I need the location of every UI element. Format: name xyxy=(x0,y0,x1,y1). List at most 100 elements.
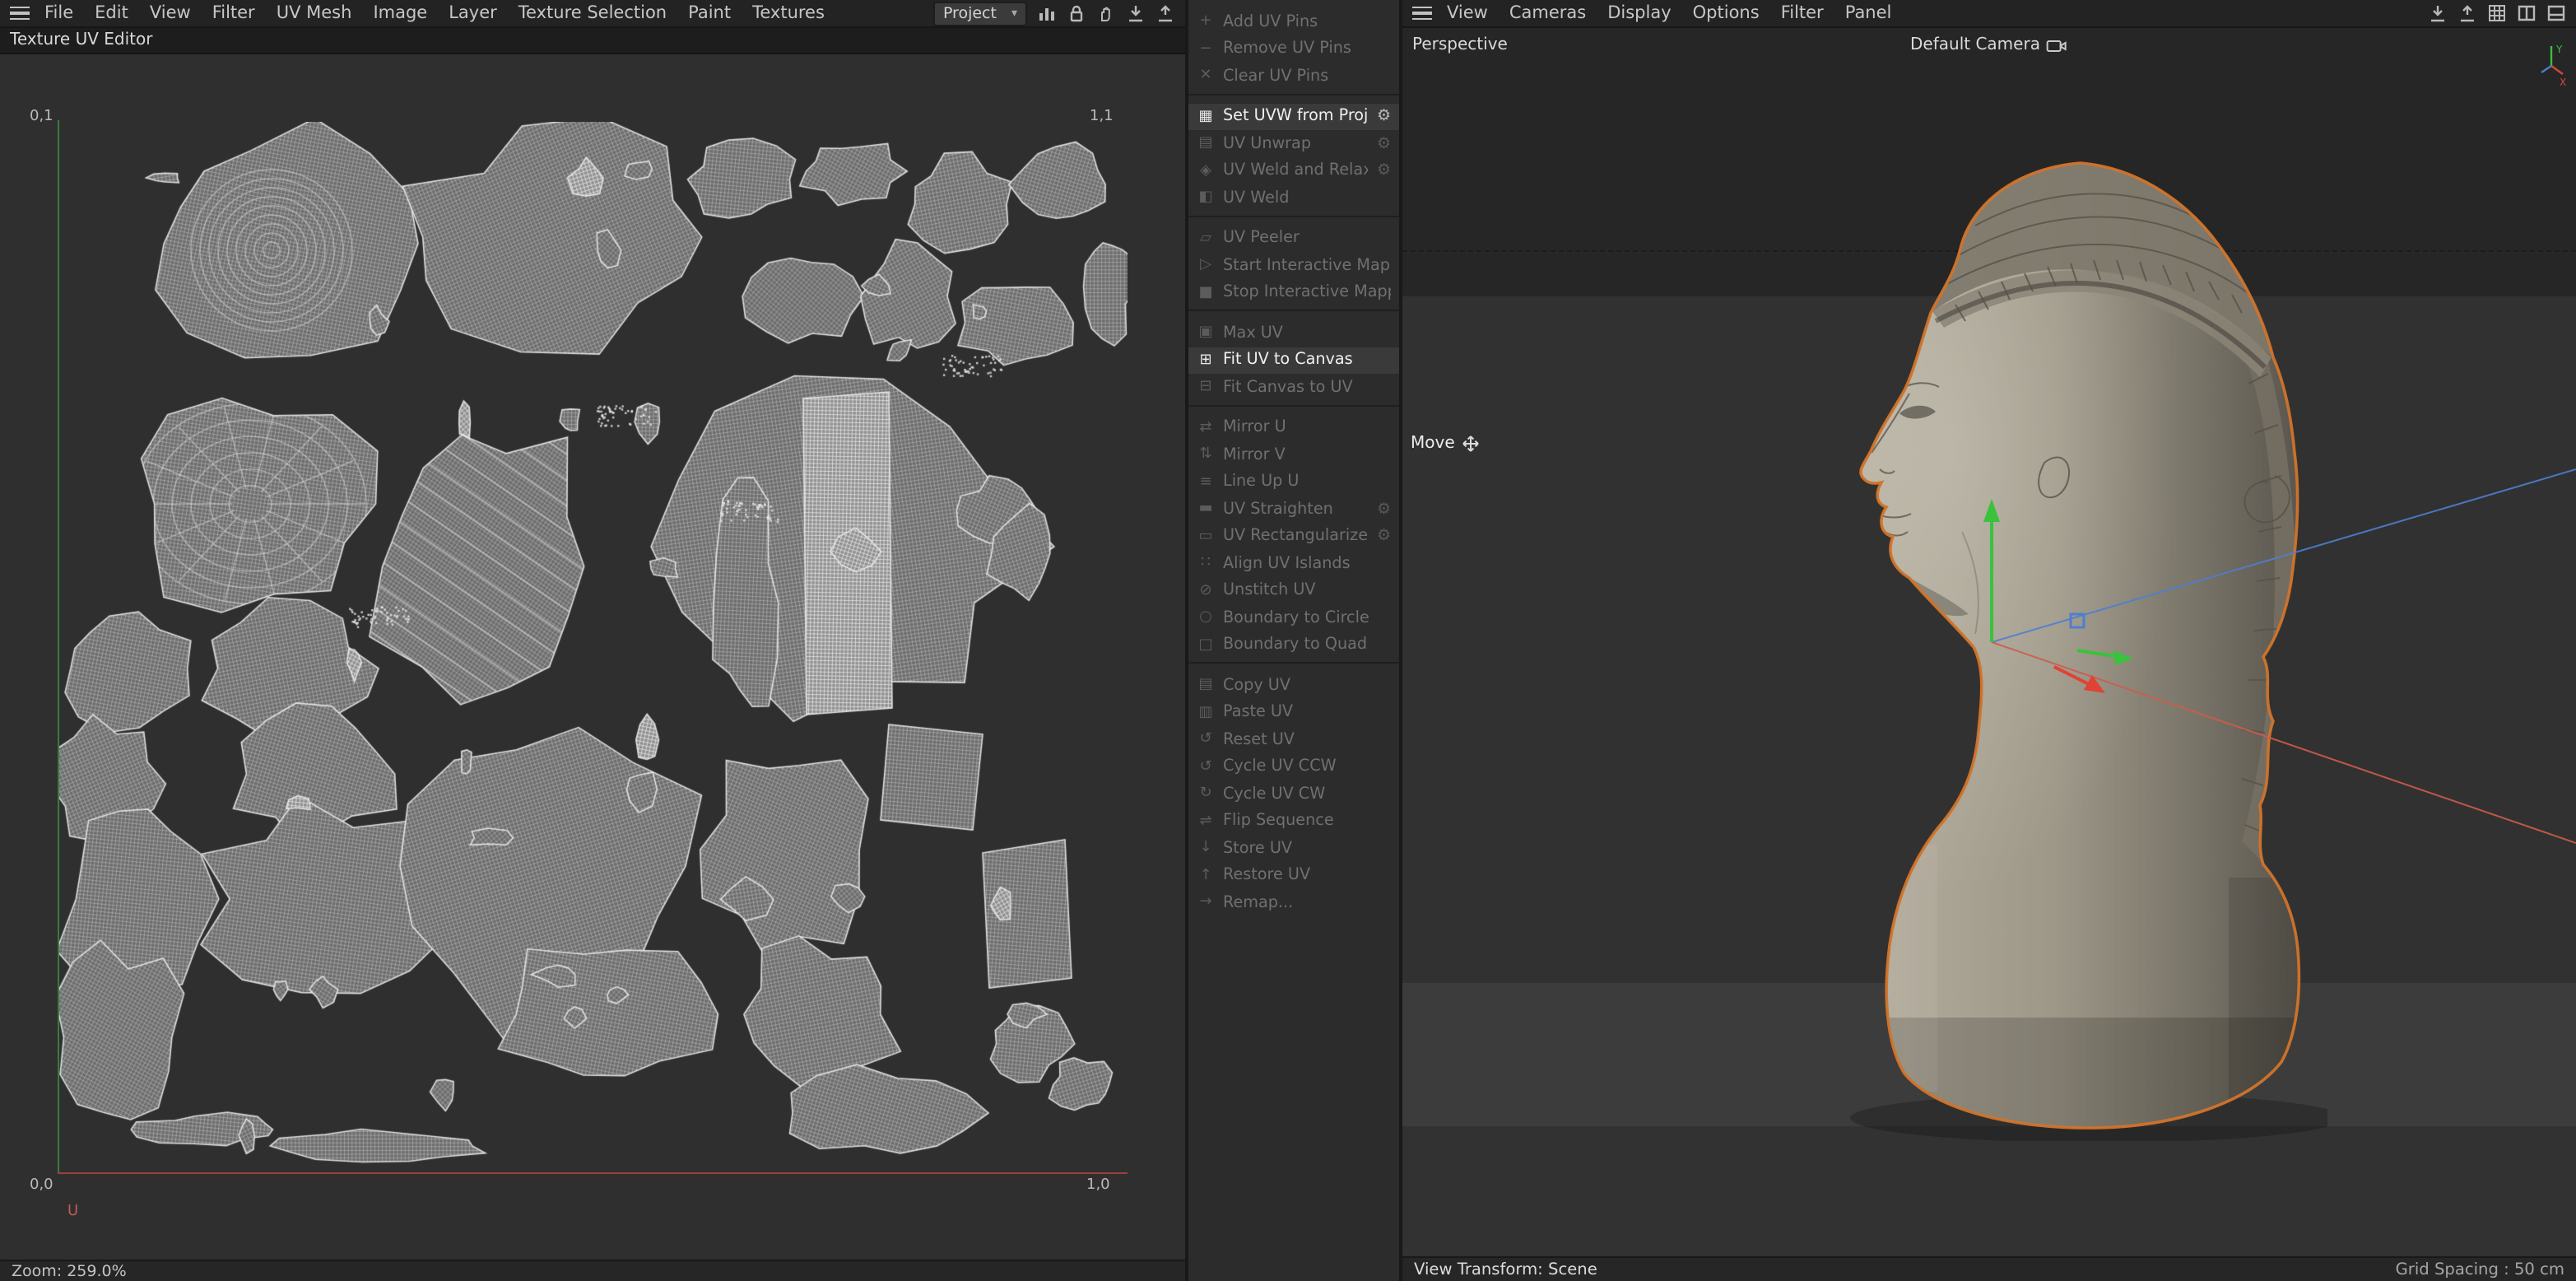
camera-label[interactable]: Default Camera xyxy=(1910,36,2068,54)
menu-panel[interactable]: Panel xyxy=(1845,3,1892,23)
panel-bottom-icon[interactable] xyxy=(2546,3,2566,23)
layout-grid-icon[interactable] xyxy=(2487,3,2507,23)
command-paste-uv[interactable]: ▥ Paste UV xyxy=(1188,699,1399,726)
command-boundary-to-circle[interactable]: ○ Boundary to Circle xyxy=(1188,604,1399,631)
command-label: Unstitch UV xyxy=(1223,581,1316,600)
left-menubar: File Edit View Filter UV Mesh Image Layer Textu… xyxy=(0,0,1185,28)
command-separator xyxy=(1188,662,1399,668)
project-dropdown[interactable]: Project ▾ xyxy=(932,1,1027,26)
command-label: Copy UV xyxy=(1223,676,1290,695)
command-mirror-v[interactable]: ⇅ Mirror V xyxy=(1188,441,1399,468)
command-max-uv[interactable]: ▣ Max UV xyxy=(1188,319,1399,347)
mirror-v-icon: ⇅ xyxy=(1199,446,1212,463)
menu-image[interactable]: Image xyxy=(373,3,427,23)
menu-filter[interactable]: Filter xyxy=(1781,3,1824,23)
add-pin-icon: + xyxy=(1199,13,1212,30)
command-align-uv-islands[interactable]: ∷ Align UV Islands xyxy=(1188,550,1399,577)
command-line-up-u[interactable]: ≡ Line Up U xyxy=(1188,468,1399,496)
lock-icon[interactable] xyxy=(1067,3,1086,23)
svg-text:X: X xyxy=(2560,77,2566,87)
command-label: Set UVW from Projection xyxy=(1223,107,1369,126)
menu-texture-selection[interactable]: Texture Selection xyxy=(518,3,667,23)
chart-icon[interactable] xyxy=(1037,3,1057,23)
command-label: Boundary to Quad xyxy=(1223,636,1368,654)
chevron-down-icon: ▾ xyxy=(1011,7,1017,20)
command-remove-uv-pins[interactable]: − Remove UV Pins xyxy=(1188,35,1399,63)
panel-title-bar: Texture UV Editor xyxy=(0,28,1185,54)
command-add-uv-pins[interactable]: + Add UV Pins xyxy=(1188,8,1399,35)
fit-canvas-icon: ⊟ xyxy=(1199,379,1212,396)
command-restore-uv[interactable]: ↑ Restore UV xyxy=(1188,862,1399,889)
menu-display[interactable]: Display xyxy=(1607,3,1671,23)
command-label: Align UV Islands xyxy=(1223,554,1351,573)
command-cycle-uv-ccw[interactable]: ↺ Cycle UV CCW xyxy=(1188,753,1399,780)
command-stop-interactive-mapping[interactable]: ■ Stop Interactive Mapping xyxy=(1188,279,1399,306)
u-axis-line xyxy=(58,1172,1128,1174)
command-label: Restore UV xyxy=(1223,866,1311,885)
menu-hamburger-icon[interactable] xyxy=(1412,6,1432,21)
gear-icon[interactable]: ⚙ xyxy=(1377,135,1391,153)
move-tool-icon xyxy=(1462,436,1479,452)
menu-filter[interactable]: Filter xyxy=(212,3,255,23)
menu-options[interactable]: Options xyxy=(1693,3,1760,23)
gear-icon[interactable]: ⚙ xyxy=(1377,501,1391,519)
command-separator xyxy=(1188,404,1399,411)
fit-uv-icon: ⊞ xyxy=(1199,352,1212,369)
rectangularize-icon: ▭ xyxy=(1198,528,1213,545)
menu-uv-mesh[interactable]: UV Mesh xyxy=(277,3,352,23)
command-uv-peeler[interactable]: ▱ UV Peeler xyxy=(1188,225,1399,252)
command-uv-rectangularize[interactable]: ▭ UV Rectangularize ⚙ xyxy=(1188,523,1399,550)
upload-icon[interactable] xyxy=(1155,3,1175,23)
command-fit-uv-to-canvas[interactable]: ⊞ Fit UV to Canvas xyxy=(1188,347,1399,374)
command-reset-uv[interactable]: ↺ Reset UV xyxy=(1188,726,1399,753)
menu-cameras[interactable]: Cameras xyxy=(1509,3,1586,23)
uv-canvas[interactable] xyxy=(58,122,1128,1172)
menu-file[interactable]: File xyxy=(44,3,73,23)
upload-icon[interactable] xyxy=(2457,3,2477,23)
projection-icon: ▦ xyxy=(1198,108,1213,125)
viewport-pane: View Cameras Display Options Filter Panel xyxy=(1402,0,2576,1281)
menu-view[interactable]: View xyxy=(150,3,191,23)
gear-icon[interactable]: ⚙ xyxy=(1377,162,1391,180)
command-flip-sequence[interactable]: ⇌ Flip Sequence xyxy=(1188,808,1399,835)
command-label: Add UV Pins xyxy=(1223,12,1318,31)
gear-icon[interactable]: ⚙ xyxy=(1377,528,1391,546)
command-label: UV Rectangularize xyxy=(1223,527,1369,546)
svg-text:Y: Y xyxy=(2555,44,2563,55)
menu-textures[interactable]: Textures xyxy=(752,3,825,23)
uv-canvas-area[interactable]: 0,1 1,1 0,0 1,0 U xyxy=(0,54,1185,1260)
align-islands-icon: ∷ xyxy=(1201,555,1211,572)
command-remap[interactable]: → Remap... xyxy=(1188,889,1399,916)
command-uv-unwrap[interactable]: ▤ UV Unwrap ⚙ xyxy=(1188,130,1399,157)
panel-split-icon[interactable] xyxy=(2517,3,2536,23)
texture-uv-editor-pane: File Edit View Filter UV Mesh Image Layer Textu… xyxy=(0,0,1185,1281)
command-boundary-to-quad[interactable]: □ Boundary to Quad xyxy=(1188,631,1399,659)
viewport-3d[interactable]: Perspective Default Camera Y X Move xyxy=(1402,28,2576,1256)
command-store-uv[interactable]: ↓ Store UV xyxy=(1188,835,1399,862)
command-uv-weld-and-relax[interactable]: ◈ UV Weld and Relax ⚙ xyxy=(1188,157,1399,184)
command-copy-uv[interactable]: ▤ Copy UV xyxy=(1188,672,1399,699)
command-list: + Add UV Pins − Remove UV Pins ✕ Clear UV Pin… xyxy=(1188,0,1399,916)
menu-edit[interactable]: Edit xyxy=(95,3,128,23)
menu-hamburger-icon[interactable] xyxy=(10,6,30,21)
command-mirror-u[interactable]: ⇄ Mirror U xyxy=(1188,414,1399,441)
hand-icon[interactable] xyxy=(1096,3,1116,23)
command-fit-canvas-to-uv[interactable]: ⊟ Fit Canvas to UV xyxy=(1188,374,1399,401)
download-icon[interactable] xyxy=(2428,3,2448,23)
menu-view[interactable]: View xyxy=(1447,3,1488,23)
restore-icon: ↑ xyxy=(1199,867,1212,884)
gear-icon[interactable]: ⚙ xyxy=(1377,108,1391,126)
sculpture-model[interactable] xyxy=(1817,153,2327,1141)
command-uv-weld[interactable]: ◧ UV Weld xyxy=(1188,184,1399,212)
command-clear-uv-pins[interactable]: ✕ Clear UV Pins xyxy=(1188,63,1399,90)
menu-paint[interactable]: Paint xyxy=(688,3,731,23)
command-unstitch-uv[interactable]: ⊘ Unstitch UV xyxy=(1188,577,1399,604)
command-cycle-uv-cw[interactable]: ↻ Cycle UV CW xyxy=(1188,780,1399,808)
menu-layer[interactable]: Layer xyxy=(449,3,497,23)
download-icon[interactable] xyxy=(1126,3,1146,23)
command-set-uvw-from-projection[interactable]: ▦ Set UVW from Projection ⚙ xyxy=(1188,103,1399,130)
command-start-interactive-mapping[interactable]: ▷ Start Interactive Mapping xyxy=(1188,252,1399,279)
command-uv-straighten[interactable]: ▬ UV Straighten ⚙ xyxy=(1188,496,1399,523)
projection-label[interactable]: Perspective xyxy=(1412,36,1508,54)
remove-pin-icon: − xyxy=(1199,40,1212,58)
